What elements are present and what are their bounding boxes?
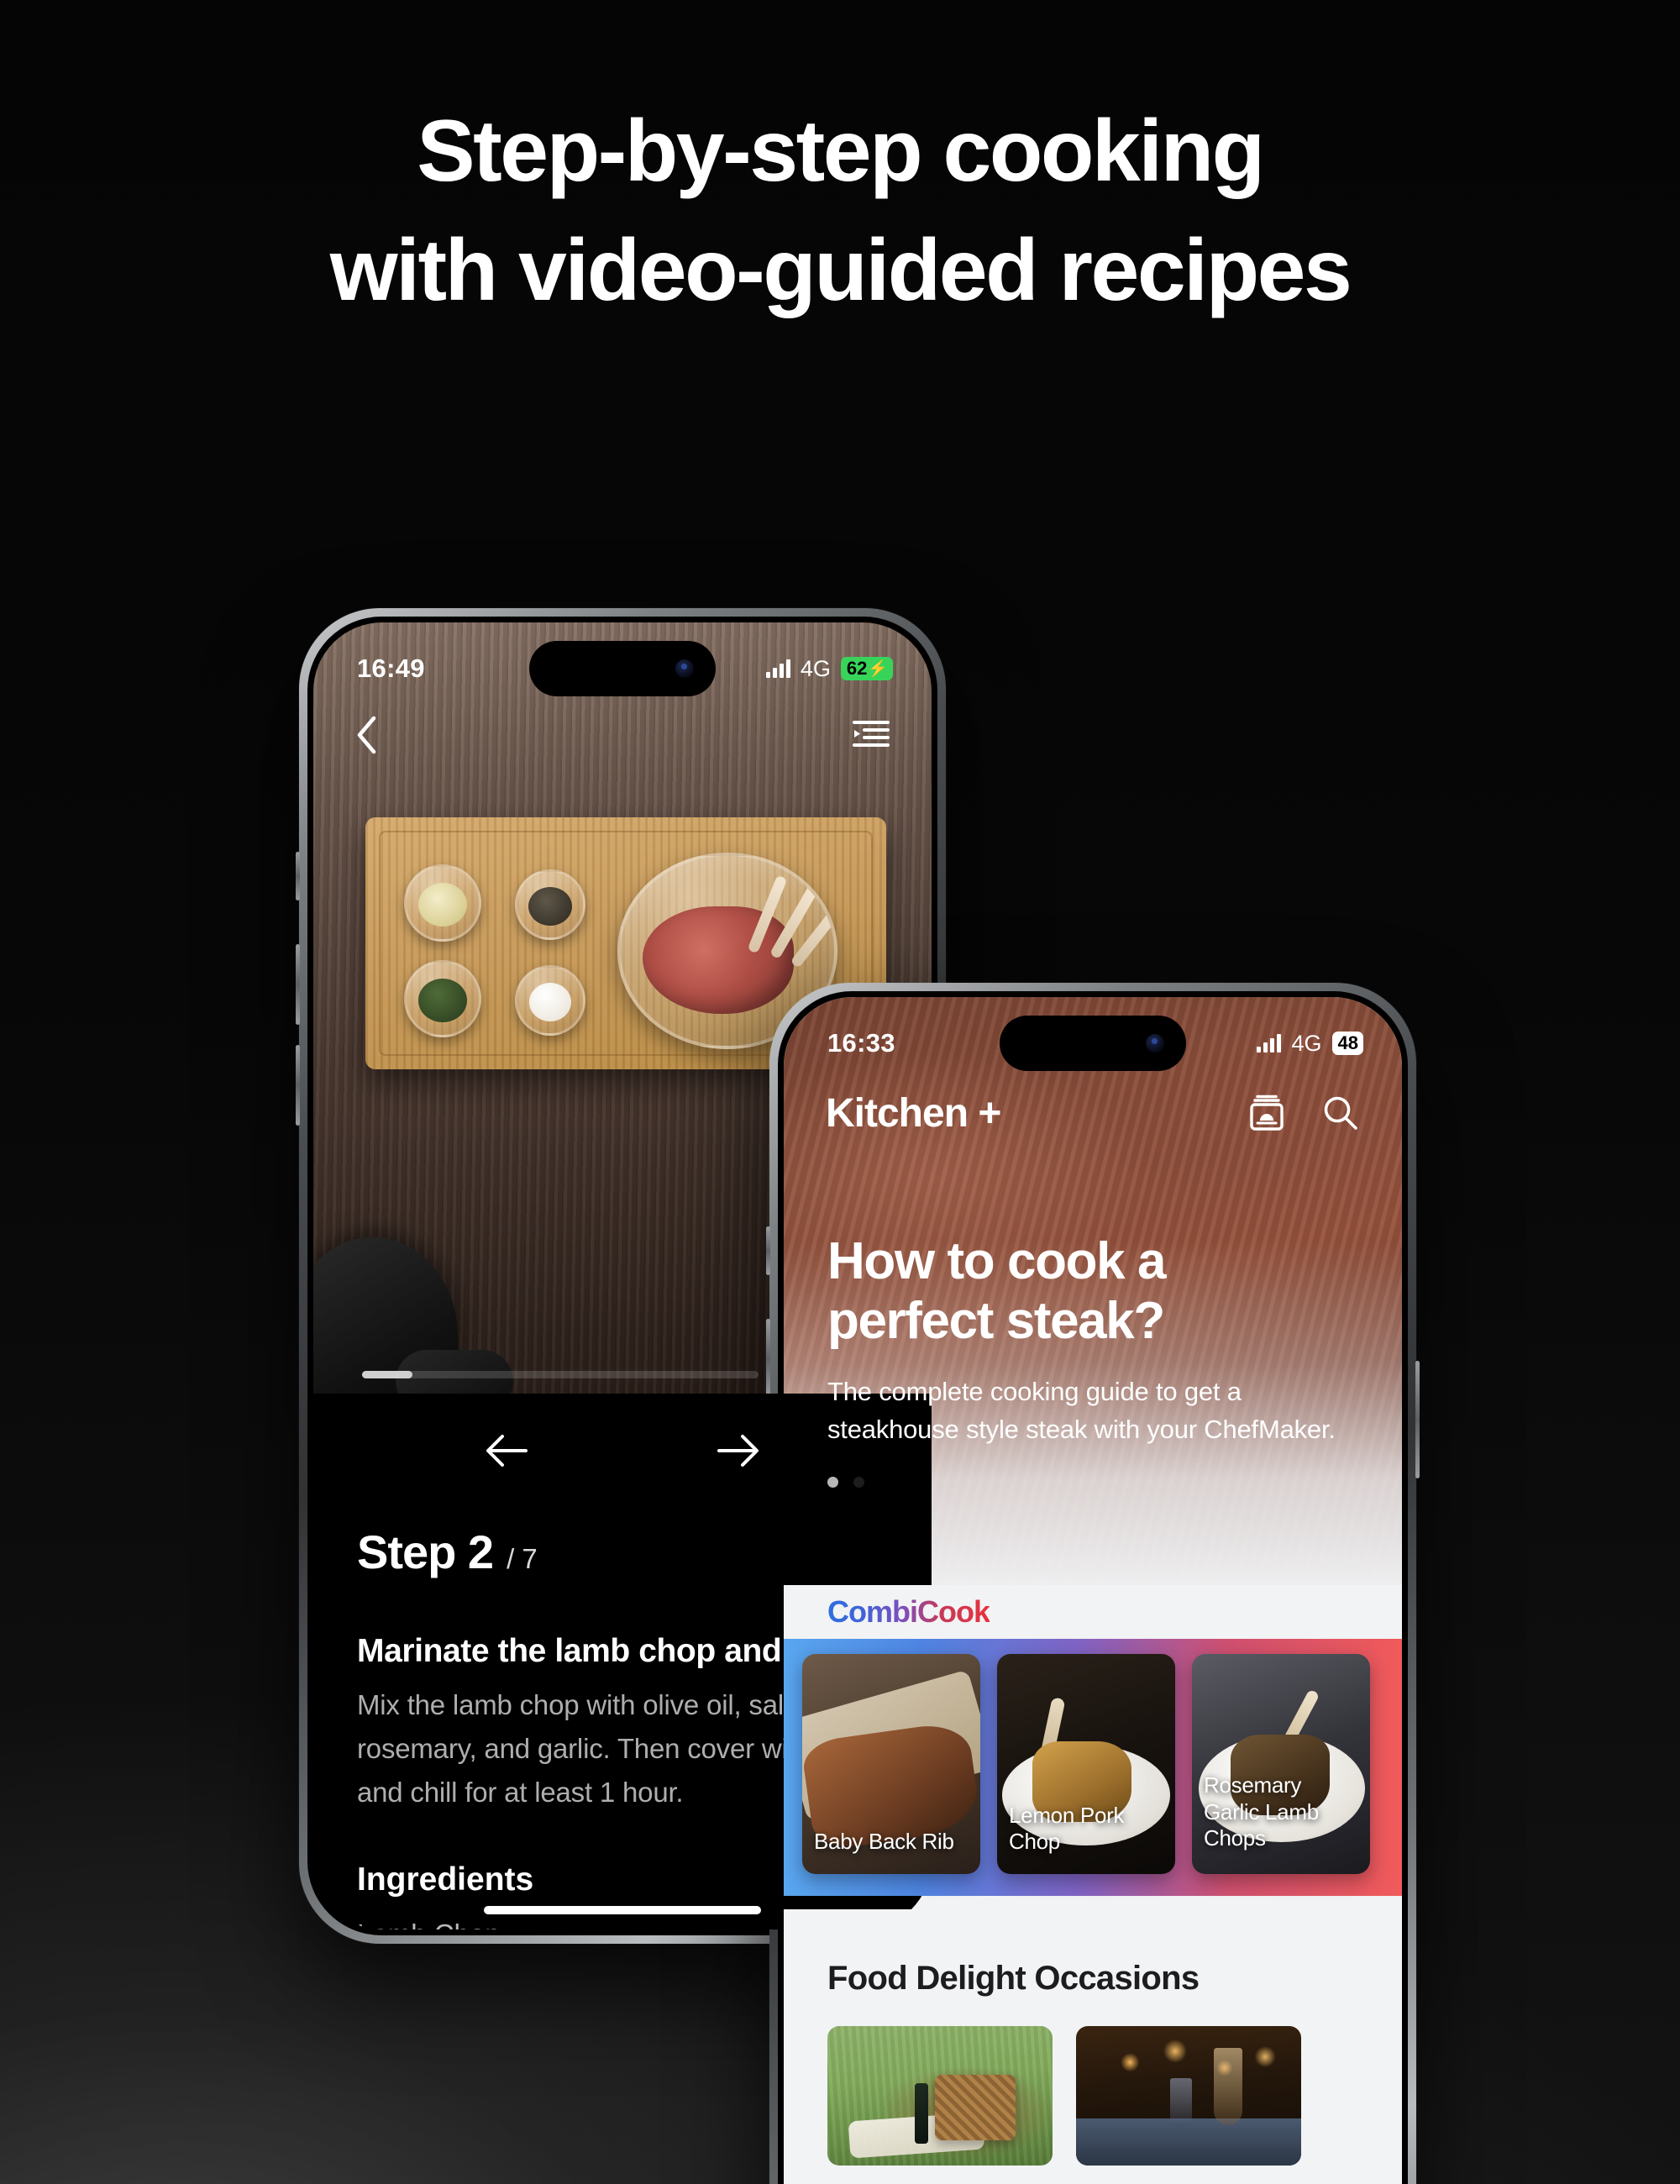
recipe-card[interactable]: Rosemary Garlic Lamb Chops — [1192, 1654, 1370, 1874]
recipe-card-title: Baby Back Rib — [814, 1829, 954, 1855]
home-indicator[interactable] — [484, 1906, 761, 1914]
previous-step-button[interactable] — [482, 1431, 531, 1470]
battery-level: 62 — [846, 658, 868, 679]
home-scroll-view[interactable]: How to cook a perfect steak? The complet… — [784, 997, 1402, 2184]
oven-icon — [1250, 1095, 1284, 1131]
combicook-logo: CombiCook — [827, 1594, 990, 1629]
occasion-thumbnail-dinner — [1076, 2026, 1301, 2166]
bowl-salt — [515, 965, 585, 1036]
bowl-pepper — [515, 869, 585, 940]
mute-switch[interactable] — [296, 852, 300, 900]
recipe-carousel[interactable]: Baby Back Rib Lemon Pork Chop Rosemary G… — [784, 1654, 1402, 1887]
volume-up-button[interactable] — [766, 1319, 770, 1399]
app-header: Kitchen + — [784, 1074, 1402, 1152]
headline-line-1: Step-by-step cooking — [417, 102, 1265, 200]
step-title-row: Step 2 / 7 — [357, 1525, 888, 1579]
search-button[interactable] — [1321, 1094, 1360, 1132]
bowl-garlic — [404, 864, 481, 942]
brand-logo-row: CombiCook — [784, 1585, 1402, 1639]
occasion-thumbnail-picnic — [827, 2026, 1053, 2166]
status-time: 16:33 — [827, 1028, 895, 1058]
signal-bars-icon — [1257, 1034, 1282, 1053]
volume-up-button[interactable] — [296, 944, 300, 1025]
charging-bolt-icon: ⚡ — [868, 659, 888, 678]
recipe-card-title: Rosemary Garlic Lamb Chops — [1204, 1772, 1319, 1851]
occasions-grid: Pack the Perfect Picnic Gourmet Dinner — [827, 2026, 1358, 2184]
next-step-button[interactable] — [714, 1431, 763, 1470]
arrow-right-icon — [717, 1435, 759, 1467]
recipe-card[interactable]: Baby Back Rib — [802, 1654, 980, 1874]
steps-list-button[interactable] — [853, 719, 890, 751]
page-headline: Step-by-step cooking with video-guided r… — [0, 108, 1680, 314]
status-time: 16:49 — [357, 654, 425, 683]
recipe-card-title: Lemon Pork Chop — [1009, 1802, 1125, 1855]
occasions-title: Food Delight Occasions — [827, 1960, 1200, 1997]
lamb-chop — [643, 906, 794, 1014]
arrow-left-icon — [486, 1435, 528, 1467]
back-button[interactable] — [355, 716, 377, 754]
phone-right-bezel: How to cook a perfect steak? The complet… — [778, 991, 1408, 2184]
battery-level: 48 — [1337, 1032, 1358, 1053]
carousel-dot-active[interactable] — [853, 1476, 864, 1488]
battery-badge: 62 ⚡ — [840, 657, 893, 680]
carousel-dot[interactable] — [827, 1476, 838, 1488]
hero-subtitle-line-1: The complete cooking guide to get a — [827, 1377, 1242, 1407]
step-count: / 7 — [507, 1543, 538, 1574]
step-label: Step 2 — [357, 1525, 494, 1578]
carousel-pagination[interactable] — [827, 1476, 1358, 1488]
network-type-label: 4G — [1291, 1030, 1322, 1056]
bowl-rosemary — [404, 960, 481, 1037]
appliance-button[interactable] — [1247, 1094, 1286, 1132]
power-button[interactable] — [1415, 1361, 1420, 1478]
recipe-top-nav — [313, 703, 932, 767]
signal-bars-icon — [765, 659, 790, 678]
battery-badge: 48 — [1331, 1032, 1363, 1055]
chevron-left-icon — [357, 716, 376, 754]
headline-line-2: with video-guided recipes — [329, 222, 1352, 319]
recipe-card[interactable]: Lemon Pork Chop — [997, 1654, 1175, 1874]
search-icon — [1324, 1096, 1357, 1130]
video-scrubber[interactable] — [362, 1371, 759, 1378]
steps-list-icon — [853, 721, 890, 747]
status-bar-right: 16:33 4G 48 — [784, 997, 1402, 1071]
video-progress — [362, 1371, 412, 1378]
volume-down-button[interactable] — [296, 1045, 300, 1126]
occasion-card[interactable]: Gourmet Dinner — [1076, 2026, 1301, 2184]
hero-subtitle-line-2: steakhouse style steak with your ChefMak… — [827, 1415, 1336, 1445]
hero-title-line-1: How to cook a — [827, 1232, 1166, 1290]
hero-title-line-2: perfect steak? — [827, 1291, 1165, 1350]
occasion-card[interactable]: Pack the Perfect Picnic — [827, 2026, 1053, 2184]
occasions-section: Food Delight Occasions Pack the Perfect … — [784, 1909, 1402, 2184]
app-title: Kitchen + — [826, 1090, 1001, 1136]
phone-right-screen: How to cook a perfect steak? The complet… — [784, 997, 1402, 2184]
status-bar-left: 16:49 4G 62 ⚡ — [313, 622, 932, 696]
hero-text-block: How to cook a perfect steak? The complet… — [827, 1232, 1358, 1488]
mute-switch[interactable] — [766, 1226, 770, 1275]
network-type-label: 4G — [800, 655, 831, 681]
